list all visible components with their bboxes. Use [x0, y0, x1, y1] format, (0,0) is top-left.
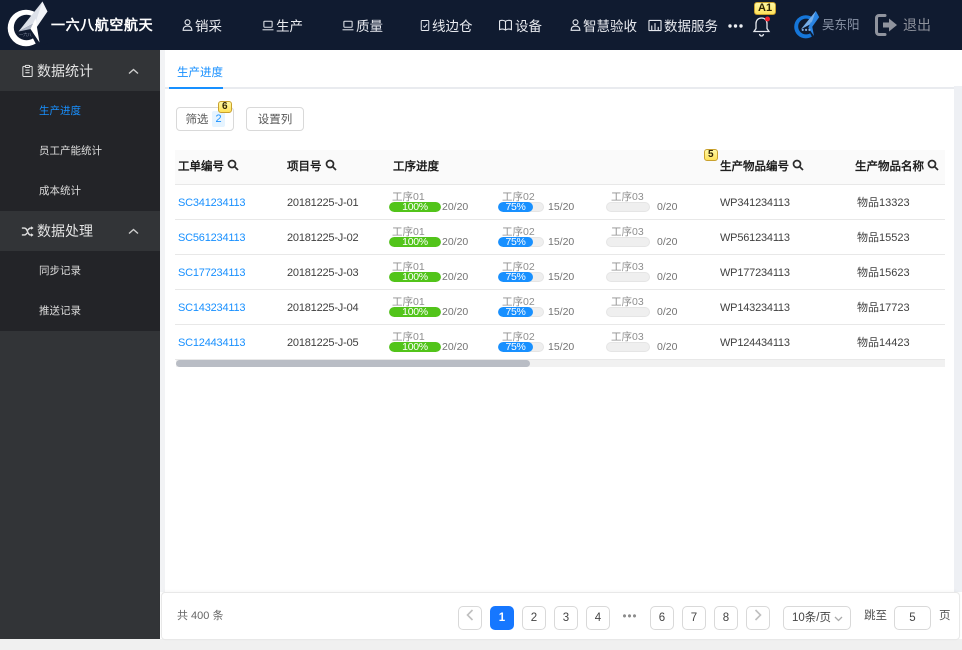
- svg-text:一六八: 一六八: [19, 31, 32, 38]
